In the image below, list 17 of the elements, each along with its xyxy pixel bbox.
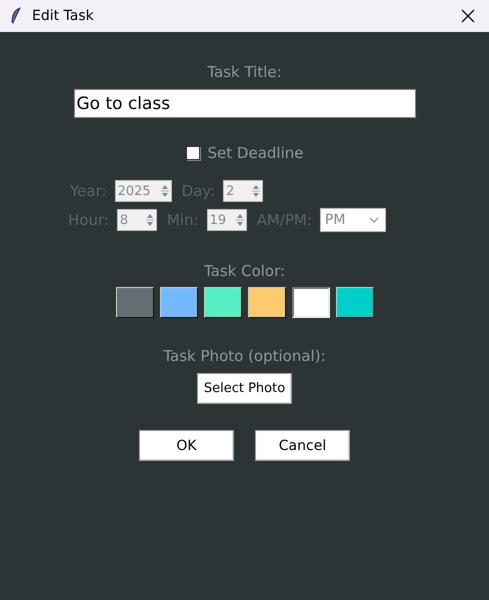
color-swatch[interactable] bbox=[248, 287, 286, 318]
close-icon[interactable] bbox=[461, 9, 475, 23]
title-input-field[interactable]: Go to class bbox=[74, 89, 416, 118]
checkbox-label: Set Deadline bbox=[208, 144, 304, 162]
section-label: Task Photo (optional): bbox=[163, 347, 326, 365]
color-swatch[interactable] bbox=[336, 287, 374, 318]
feather-icon bbox=[10, 7, 22, 25]
color-swatch[interactable] bbox=[160, 287, 198, 318]
color-swatch[interactable] bbox=[292, 287, 330, 318]
section-label: Task Color: bbox=[204, 262, 286, 280]
select-photo-button[interactable]: Select Photo bbox=[197, 373, 292, 404]
dialog-button[interactable]: Cancel bbox=[255, 430, 350, 461]
color-swatch[interactable] bbox=[204, 287, 242, 318]
field-label: Task Title: bbox=[207, 63, 282, 81]
dialog-button[interactable]: OK bbox=[139, 430, 234, 461]
color-swatch[interactable] bbox=[116, 287, 154, 318]
window-title: Edit Task bbox=[32, 8, 95, 24]
